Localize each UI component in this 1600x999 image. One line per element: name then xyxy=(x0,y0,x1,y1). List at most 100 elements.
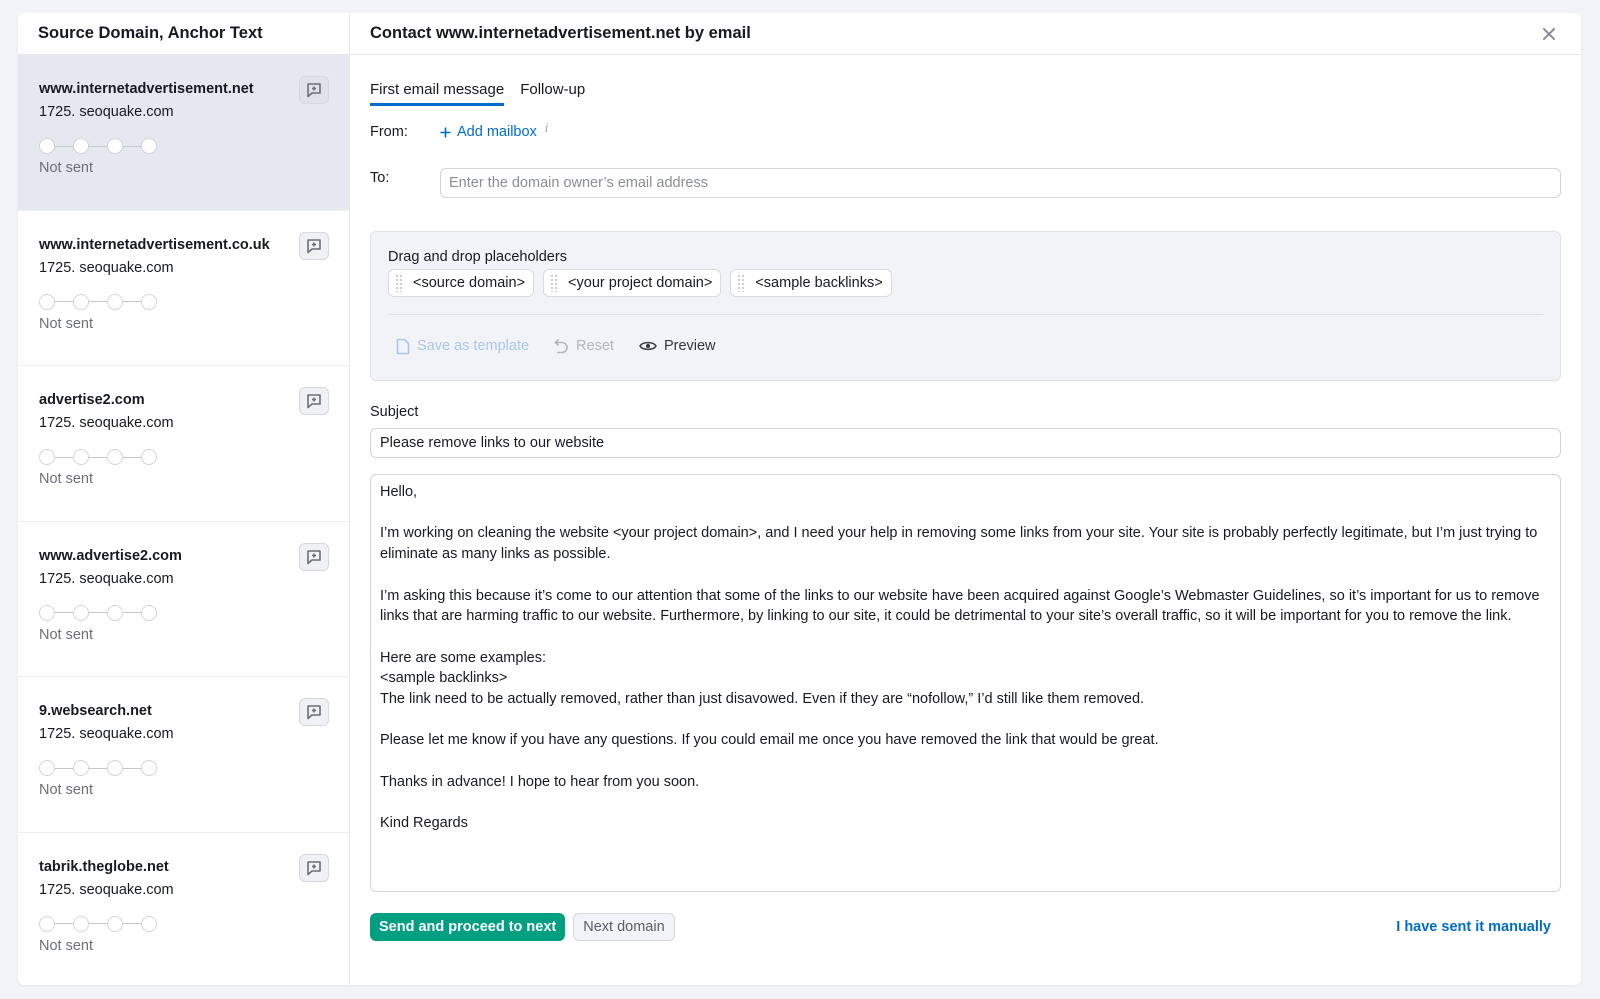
domain-list-item[interactable]: www.internetadvertisement.net 1725. seoqu… xyxy=(18,55,349,211)
email-steps-progress xyxy=(39,293,329,310)
step-indicator xyxy=(107,293,123,310)
step-connector xyxy=(123,612,141,613)
drag-handle-icon xyxy=(737,274,746,292)
email-steps-progress xyxy=(39,915,329,932)
domain-list[interactable]: www.internetadvertisement.net 1725. seoqu… xyxy=(18,55,349,985)
domain-sidebar: Source Domain, Anchor Text www.interneta… xyxy=(18,13,350,985)
from-label: From: xyxy=(370,124,408,140)
drag-handle-icon xyxy=(550,274,559,292)
step-indicator xyxy=(39,760,55,776)
step-indicator xyxy=(39,604,55,621)
sidebar-title: Source Domain, Anchor Text xyxy=(38,24,263,42)
step-indicator xyxy=(107,760,123,776)
email-steps-progress xyxy=(39,604,329,621)
add-comment-button[interactable] xyxy=(299,76,329,104)
preview-button[interactable]: Preview xyxy=(639,338,716,354)
step-indicator xyxy=(73,138,89,154)
source-domain: www.internetadvertisement.co.uk xyxy=(39,236,270,253)
step-connector xyxy=(123,145,141,147)
subject-input[interactable] xyxy=(370,428,1561,458)
domain-list-item[interactable]: www.advertise2.com 1725. seoquake.com Not … xyxy=(18,522,349,677)
step-indicator xyxy=(39,449,55,465)
step-connector xyxy=(55,301,73,302)
step-connector xyxy=(123,923,141,924)
close-icon xyxy=(1543,27,1555,40)
add-comment-button[interactable] xyxy=(299,698,329,726)
panel-title: Contact www.internetadvertisement.net by… xyxy=(370,24,751,42)
add-mailbox-link[interactable]: Add mailbox xyxy=(440,124,537,140)
domain-list-item[interactable]: 9.websearch.net 1725. seoquake.com Not sen… xyxy=(18,677,349,833)
sent-manually-link[interactable]: I have sent it manually xyxy=(1396,919,1551,935)
domain-list-item[interactable]: www.internetadvertisement.co.uk 1725. seo… xyxy=(18,211,349,366)
to-row: To: xyxy=(370,168,1561,198)
next-domain-button[interactable]: Next domain xyxy=(573,913,675,941)
step-indicator xyxy=(107,604,123,621)
email-steps-progress xyxy=(39,760,329,776)
step-connector xyxy=(89,767,107,769)
subject-label: Subject xyxy=(370,404,419,420)
send-and-next-button[interactable]: Send and proceed to next xyxy=(370,913,566,941)
preview-label: Preview xyxy=(663,338,716,354)
step-indicator xyxy=(73,449,89,465)
step-indicator xyxy=(39,915,55,932)
anchor-text: 1725. seoquake.com xyxy=(39,104,174,120)
step-connector xyxy=(123,456,141,458)
email-body-textarea[interactable]: Hello, I’m working on cleaning the websi… xyxy=(370,474,1561,892)
anchor-text: 1725. seoquake.com xyxy=(39,881,174,898)
domain-list-item[interactable]: advertise2.com 1725. seoquake.com Not sent xyxy=(18,366,349,522)
send-status: Not sent xyxy=(39,160,93,176)
step-indicator xyxy=(107,915,123,932)
anchor-text: 1725. seoquake.com xyxy=(39,415,174,431)
email-steps-progress xyxy=(39,138,329,154)
step-connector xyxy=(55,145,73,147)
template-actions: Save as template Reset Preview xyxy=(388,315,1543,377)
source-domain: www.internetadvertisement.net xyxy=(39,81,254,97)
send-status: Not sent xyxy=(39,937,93,954)
step-indicator xyxy=(73,915,89,932)
add-comment-icon xyxy=(307,549,321,564)
step-indicator xyxy=(39,293,55,310)
plus-icon xyxy=(440,127,451,137)
step-indicator xyxy=(141,293,157,310)
email-tabs: First email message Follow-up xyxy=(370,81,1561,106)
info-icon[interactable]: i xyxy=(545,121,549,135)
tab-first-email[interactable]: First email message xyxy=(370,81,505,106)
add-comment-button[interactable] xyxy=(299,387,329,415)
add-comment-icon xyxy=(307,705,321,720)
step-indicator xyxy=(141,138,157,154)
to-email-input[interactable] xyxy=(440,168,1561,198)
panel-body: First email message Follow-up From: Add … xyxy=(350,55,1581,941)
tab-follow-up[interactable]: Follow-up xyxy=(520,81,585,106)
step-connector xyxy=(89,456,107,458)
step-connector xyxy=(55,612,73,613)
step-indicator xyxy=(73,604,89,621)
step-indicator xyxy=(73,293,89,310)
add-comment-icon xyxy=(307,394,321,409)
drag-handle-icon xyxy=(395,274,403,292)
reset-button[interactable]: Reset xyxy=(554,338,614,354)
domain-list-item[interactable]: tabrik.theglobe.net 1725. seoquake.com Not… xyxy=(18,833,349,986)
source-domain: www.advertise2.com xyxy=(39,547,182,564)
add-comment-button[interactable] xyxy=(299,853,329,882)
add-comment-button[interactable] xyxy=(299,231,329,260)
close-button[interactable] xyxy=(1539,24,1559,44)
add-comment-icon xyxy=(307,860,321,875)
source-domain: 9.websearch.net xyxy=(39,703,152,719)
placeholder-chip-source-domain[interactable]: <source domain> xyxy=(388,269,535,297)
placeholder-chip-project-domain[interactable]: <your project domain> xyxy=(543,269,722,297)
step-indicator xyxy=(141,915,157,932)
placeholder-chip-sample-backlinks[interactable]: <sample backlinks> xyxy=(730,269,892,297)
source-domain: tabrik.theglobe.net xyxy=(39,858,169,875)
step-connector xyxy=(55,456,73,458)
panel-header: Contact www.internetadvertisement.net by… xyxy=(350,13,1581,55)
undo-icon xyxy=(554,339,568,354)
source-domain: advertise2.com xyxy=(39,392,145,408)
step-connector xyxy=(89,301,107,302)
send-status: Not sent xyxy=(39,315,93,332)
add-mailbox-label: Add mailbox xyxy=(457,124,537,140)
step-connector xyxy=(123,301,141,302)
add-comment-button[interactable] xyxy=(299,542,329,571)
save-template-button[interactable]: Save as template xyxy=(396,338,529,355)
add-comment-icon xyxy=(307,238,321,253)
send-status: Not sent xyxy=(39,782,93,798)
